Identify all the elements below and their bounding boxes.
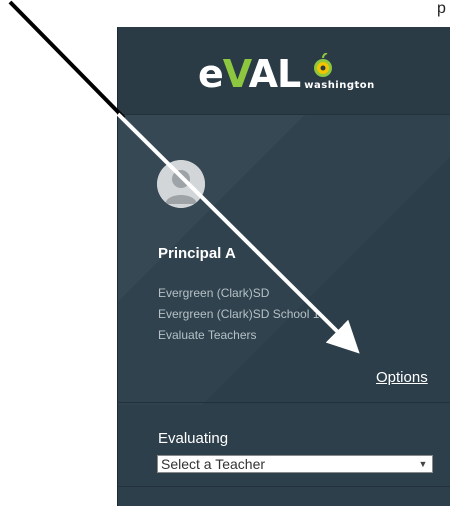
logo-letter-v: V (222, 52, 250, 96)
app-header: eVAL washington (118, 27, 450, 115)
eval-logo[interactable]: eVAL washington (198, 49, 374, 96)
divider (117, 402, 450, 403)
avatar[interactable] (157, 160, 205, 208)
district-name: Evergreen (Clark)SD (158, 286, 270, 300)
black-arrow-line (8, 0, 126, 120)
teacher-select-value: Select a Teacher (161, 456, 266, 472)
user-name: Principal A (158, 245, 236, 262)
options-link[interactable]: Options (376, 369, 428, 386)
logo-subtitle: washington (304, 80, 375, 91)
cut-off-text: p (437, 0, 446, 17)
school-name: Evergreen (Clark)SD School 1 (158, 307, 320, 321)
teacher-select[interactable]: Select a Teacher ▼ (157, 455, 433, 473)
panel-bottom-divider (117, 486, 450, 487)
evaluating-label: Evaluating (158, 430, 229, 447)
user-silhouette-icon (157, 160, 205, 208)
logo-letter-e: e (198, 52, 224, 96)
role-text: Evaluate Teachers (158, 328, 257, 342)
apple-icon (314, 53, 333, 77)
dropdown-arrow-icon[interactable]: ▼ (414, 459, 432, 469)
logo-letters-al: AL (248, 52, 302, 96)
